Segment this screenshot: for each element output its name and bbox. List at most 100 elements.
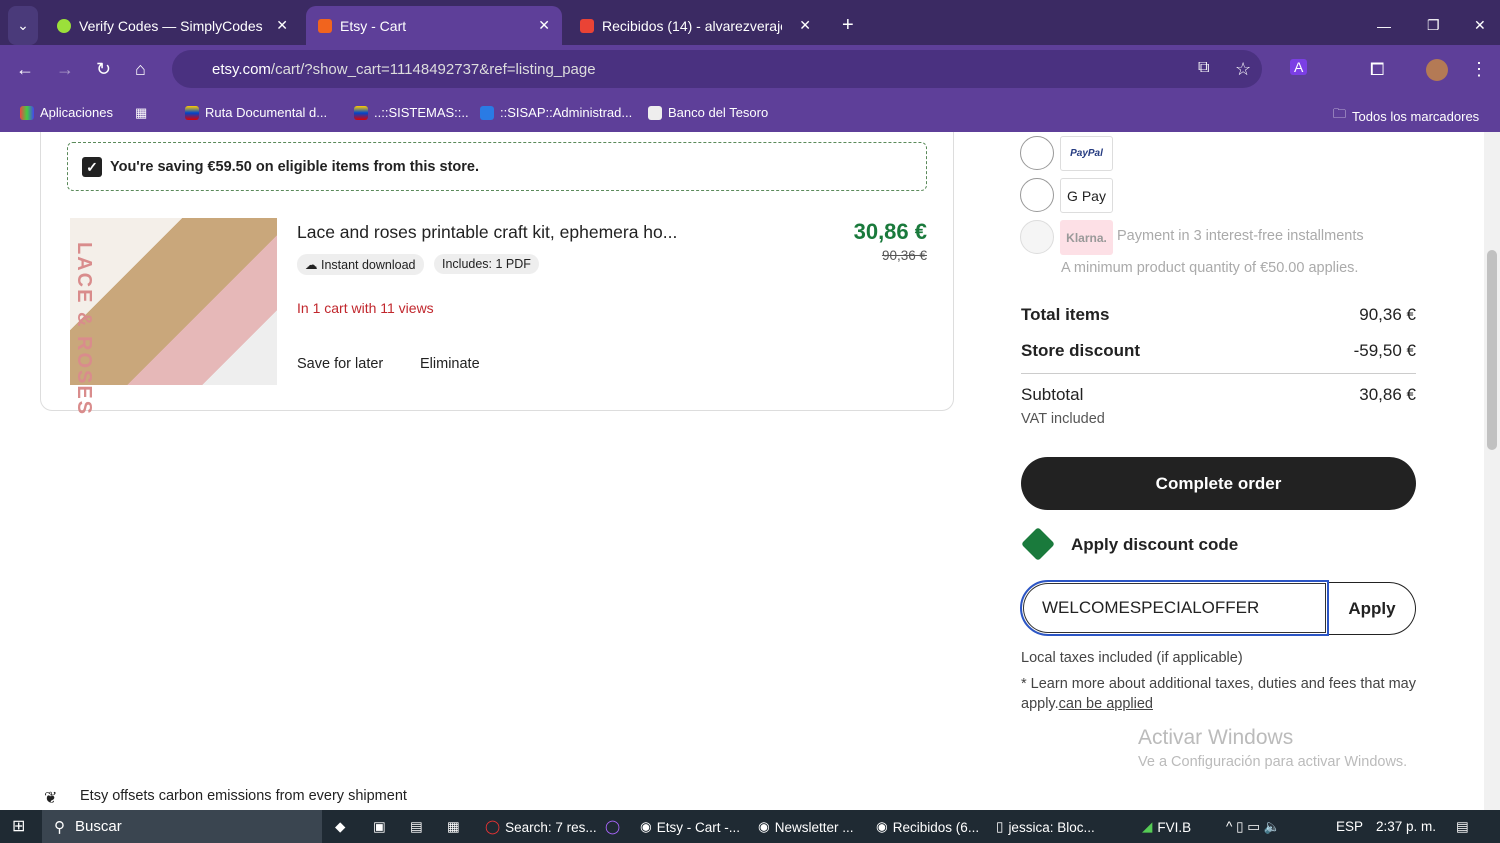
subtotal-row: Subtotal 30,86 €: [1021, 385, 1416, 405]
klarna-radio: [1020, 220, 1054, 254]
chrome-icon: ◉: [640, 819, 652, 834]
tab-gmail[interactable]: Recibidos (14) - alvarezverajessi ✕: [568, 6, 823, 45]
carbon-text: Etsy offsets carbon emissions from every…: [80, 788, 407, 804]
discount-code-input[interactable]: WELCOMESPECIALOFFER: [1020, 580, 1329, 636]
close-window-button[interactable]: ✕: [1462, 6, 1498, 45]
gpay-radio[interactable]: [1020, 178, 1054, 212]
grid-icon[interactable]: ▦: [135, 105, 147, 121]
save-for-later-button[interactable]: Save for later: [297, 356, 383, 372]
total-items-row: Total items 90,36 €: [1021, 305, 1416, 325]
store-icon[interactable]: ▦: [447, 819, 460, 835]
windows-start-icon[interactable]: ⊞: [12, 816, 25, 836]
can-be-applied-link[interactable]: can be applied: [1059, 696, 1153, 712]
bookmark-apps[interactable]: Aplicaciones: [20, 105, 113, 120]
tray-app[interactable]: ◢ FVI.B: [1142, 819, 1191, 835]
reload-icon[interactable]: ↻: [96, 59, 111, 80]
bookmark-label: Ruta Documental d...: [205, 105, 328, 120]
app-icon[interactable]: ▣: [373, 819, 386, 835]
bookmark-banco[interactable]: Banco del Tesoro: [648, 105, 768, 120]
scrollbar-thumb[interactable]: [1487, 250, 1497, 450]
taskbar-search[interactable]: ⚲ Buscar: [42, 810, 322, 843]
tab-label: Etsy - Cart: [340, 17, 407, 34]
url-path: /cart/?show_cart=11148492737&ref=listing…: [270, 60, 596, 78]
complete-order-button[interactable]: Complete order: [1021, 457, 1416, 510]
simplycodes-icon: [57, 18, 71, 33]
star-icon[interactable]: ☆: [1235, 59, 1251, 80]
close-icon[interactable]: ✕: [276, 17, 288, 34]
extension-a-icon[interactable]: A: [1290, 59, 1308, 75]
tab-label: Verify Codes — SimplyCodes: [79, 17, 263, 34]
new-tab-button[interactable]: +: [830, 6, 866, 45]
tab-search-button[interactable]: ⌄: [8, 6, 38, 45]
tray-app-label: FVI.B: [1157, 819, 1192, 835]
remove-button[interactable]: Eliminate: [420, 356, 480, 372]
app-label: Search: 7 res...: [505, 819, 597, 835]
minimize-button[interactable]: —: [1365, 6, 1403, 45]
product-image[interactable]: [70, 218, 277, 385]
avatar[interactable]: [1426, 59, 1448, 81]
bookmark-label: Aplicaciones: [40, 105, 113, 120]
item-price: 30,86 €: [853, 219, 927, 244]
klarna-logo: Klarna.: [1060, 220, 1113, 255]
toolbar: ← → ↻ ⌂ etsy.com/cart/?show_cart=1114849…: [0, 45, 1500, 95]
translate-icon[interactable]: ⧉: [1198, 59, 1209, 77]
taskbar-newsletter[interactable]: ◉ Newsletter ...: [758, 819, 854, 835]
taskbar-notepad[interactable]: ▯ jessica: Bloc...: [996, 819, 1095, 835]
taskbar-etsy[interactable]: ◉ Etsy - Cart -...: [640, 819, 740, 835]
gmail-icon: [580, 18, 594, 33]
search-label: Buscar: [75, 818, 122, 835]
product-image-text: LACE & ROSES: [73, 242, 95, 417]
restore-button[interactable]: ❐: [1415, 6, 1452, 45]
apply-button[interactable]: Apply: [1329, 582, 1416, 635]
notifications-icon[interactable]: ▤: [1456, 819, 1469, 835]
views-text: In 1 cart with 11 views: [297, 300, 434, 316]
store-discount-row: Store discount -59,50 €: [1021, 341, 1416, 361]
taskbar-recibidos[interactable]: ◉ Recibidos (6...: [876, 819, 979, 835]
bookmark-sistemas[interactable]: ..::SISTEMAS::..: [354, 105, 469, 120]
extensions-icon[interactable]: ⧠: [1370, 59, 1384, 80]
close-icon[interactable]: ✕: [799, 17, 811, 34]
clock[interactable]: 2:37 p. m.: [1376, 819, 1436, 834]
address-bar[interactable]: etsy.com/cart/?show_cart=11148492737&ref…: [172, 50, 1262, 88]
home-icon[interactable]: ⌂: [135, 59, 146, 80]
scrollbar[interactable]: [1484, 132, 1500, 810]
item-old-price: 90,36 €: [881, 248, 927, 263]
app-label: Etsy - Cart -...: [656, 819, 741, 835]
label: Total items: [1021, 305, 1110, 324]
file-explorer-icon[interactable]: ▤: [410, 819, 423, 835]
etsy-icon: [318, 18, 332, 33]
all-bookmarks[interactable]: 🗀 Todos los marcadores: [1333, 105, 1479, 127]
tray-icons[interactable]: ^ ▯ ▭ 🔈: [1226, 819, 1281, 835]
forward-icon[interactable]: →: [56, 59, 74, 80]
menu-icon[interactable]: ⋮: [1470, 59, 1488, 80]
chart-icon: ◢: [1142, 819, 1153, 834]
bookmark-sisap[interactable]: ::SISAP::Administrad...: [480, 105, 632, 120]
paypal-radio[interactable]: [1020, 136, 1054, 170]
klarna-text: Payment in 3 interest-free installments: [1117, 228, 1364, 244]
bookmark-label: ::SISAP::Administrad...: [500, 105, 633, 120]
flag-icon: [185, 105, 199, 120]
bookmark-ruta[interactable]: Ruta Documental d...: [185, 105, 327, 120]
includes-badge: Includes: 1 PDF: [434, 254, 539, 274]
tab-etsy-cart[interactable]: Etsy - Cart ✕: [306, 6, 562, 45]
chrome-icon: ◉: [758, 819, 770, 834]
copilot-icon[interactable]: ◆: [335, 819, 345, 835]
checkbox-icon[interactable]: ✓: [82, 156, 102, 177]
bookmark-label: ..::SISTEMAS::..: [374, 105, 469, 120]
folder-icon: 🗀: [1333, 106, 1347, 121]
divider: [1021, 373, 1416, 374]
gpay-logo: G Pay: [1060, 178, 1113, 213]
url-domain: etsy.com: [212, 60, 271, 78]
language-indicator[interactable]: ESP: [1336, 819, 1363, 834]
bookmarks-bar: Aplicaciones ▦ Ruta Documental d... ..::…: [0, 95, 1500, 132]
product-title[interactable]: Lace and roses printable craft kit, ephe…: [297, 222, 677, 243]
opera-gx-icon[interactable]: ◯: [605, 819, 620, 835]
leaf-icon: ❦: [44, 790, 58, 807]
tab-simplycodes[interactable]: Verify Codes — SimplyCodes ✕: [45, 6, 300, 45]
apply-discount-code-toggle[interactable]: Apply discount code: [1071, 535, 1238, 555]
taskbar-opera-search[interactable]: ◯ Search: 7 res...: [485, 819, 597, 835]
tag-icon: [1021, 527, 1055, 561]
notepad-icon: ▯: [996, 819, 1004, 834]
close-icon[interactable]: ✕: [538, 17, 550, 34]
back-icon[interactable]: ←: [16, 59, 34, 80]
